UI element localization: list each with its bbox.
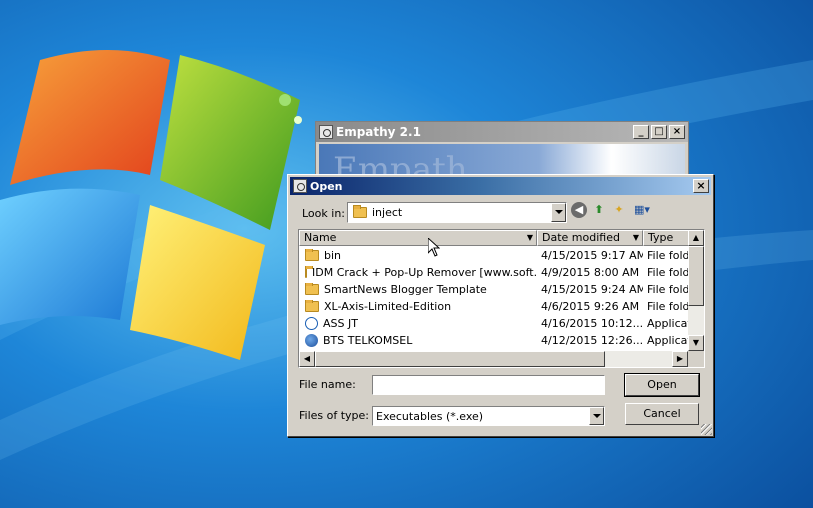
- folder-icon: [305, 300, 319, 312]
- app-icon: [319, 125, 333, 139]
- look-in-value: inject: [372, 206, 403, 219]
- view-menu-icon[interactable]: ▦▾: [631, 202, 653, 218]
- list-header: Name ▼ Date modified ▼ Type: [299, 230, 703, 246]
- item-date: 4/9/2015 8:00 AM: [541, 266, 640, 279]
- folder-icon: [305, 249, 319, 261]
- open-button[interactable]: Open: [624, 373, 700, 397]
- item-name: SmartNews Blogger Template: [324, 283, 487, 296]
- chevron-down-icon[interactable]: [551, 203, 566, 222]
- item-name: BTS TELKOMSEL: [323, 334, 413, 347]
- folder-icon: [305, 266, 313, 278]
- item-name: XL-Axis-Limited-Edition: [324, 300, 452, 313]
- up-folder-icon[interactable]: ⬆: [591, 202, 607, 218]
- item-name: bin: [324, 249, 342, 262]
- vertical-scroll-thumb[interactable]: [688, 246, 704, 306]
- column-header-name[interactable]: Name ▼: [299, 230, 537, 246]
- item-name: IDM Crack + Pop-Up Remover [www.soft...: [312, 266, 537, 279]
- dialog-close-button[interactable]: ×: [693, 179, 709, 193]
- folder-icon: [305, 283, 319, 295]
- scrollbar-corner: [688, 351, 704, 367]
- scroll-left-button[interactable]: ◀: [299, 351, 315, 367]
- folder-icon: [353, 205, 367, 218]
- column-header-date[interactable]: Date modified ▼: [537, 230, 643, 246]
- empathy-title-bar[interactable]: Empathy 2.1 _ □ ×: [316, 122, 688, 142]
- column-dropdown-icon[interactable]: ▼: [525, 232, 535, 244]
- vertical-scrollbar[interactable]: ▲ ▼: [688, 230, 704, 351]
- item-date: 4/16/2015 10:12...: [541, 317, 643, 330]
- list-item[interactable]: XL-Axis-Limited-Edition 4/6/2015 9:26 AM…: [299, 298, 703, 315]
- column-header-name-label: Name: [304, 231, 337, 244]
- list-item[interactable]: BTS TELKOMSEL 4/12/2015 12:26... Applica…: [299, 332, 703, 349]
- item-date: 4/6/2015 9:26 AM: [541, 300, 640, 313]
- column-header-date-label: Date modified: [542, 231, 620, 244]
- list-item[interactable]: SmartNews Blogger Template 4/15/2015 9:2…: [299, 281, 703, 298]
- item-date: 4/15/2015 9:17 AM: [541, 249, 643, 262]
- file-name-label: File name:: [299, 378, 356, 391]
- file-type-label: Files of type:: [299, 409, 370, 422]
- close-button[interactable]: ×: [669, 125, 685, 139]
- column-dropdown-icon[interactable]: ▼: [631, 232, 641, 244]
- resize-grip-icon[interactable]: [701, 424, 712, 435]
- look-in-label: Look in:: [302, 207, 345, 220]
- new-folder-icon[interactable]: ✦: [611, 202, 627, 218]
- look-in-dropdown[interactable]: inject: [347, 202, 567, 223]
- back-icon[interactable]: ◀: [571, 202, 587, 218]
- item-name: ASS JT: [323, 317, 358, 330]
- file-list[interactable]: Name ▼ Date modified ▼ Type bin 4/15/201…: [298, 229, 705, 368]
- dialog-toolbar: ◀ ⬆ ✦ ▦▾: [571, 202, 653, 218]
- chevron-down-icon[interactable]: [589, 407, 604, 425]
- horizontal-scroll-thumb[interactable]: [315, 351, 605, 367]
- file-type-value: Executables (*.exe): [376, 409, 484, 423]
- column-header-type-label: Type: [648, 231, 674, 244]
- dialog-title: Open: [310, 179, 343, 193]
- mouse-cursor-icon: [428, 238, 440, 257]
- item-date: 4/15/2015 9:24 AM: [541, 283, 643, 296]
- dialog-app-icon: [293, 179, 307, 193]
- minimize-button[interactable]: _: [633, 125, 649, 139]
- cancel-button[interactable]: Cancel: [625, 403, 699, 425]
- horizontal-scrollbar[interactable]: ◀ ▶: [299, 351, 688, 367]
- scroll-down-button[interactable]: ▼: [688, 335, 704, 351]
- list-item[interactable]: ASS JT 4/16/2015 10:12... Application: [299, 315, 703, 332]
- maximize-button[interactable]: □: [651, 125, 667, 139]
- list-item[interactable]: IDM Crack + Pop-Up Remover [www.soft... …: [299, 264, 703, 281]
- item-date: 4/12/2015 12:26...: [541, 334, 643, 347]
- scroll-up-button[interactable]: ▲: [688, 230, 704, 246]
- list-item[interactable]: bin 4/15/2015 9:17 AM File folder: [299, 247, 703, 264]
- dialog-title-bar[interactable]: Open ×: [290, 177, 711, 195]
- file-type-dropdown[interactable]: Executables (*.exe): [372, 406, 605, 426]
- app-icon: [305, 334, 318, 347]
- empathy-window-title: Empathy 2.1: [336, 125, 421, 139]
- file-name-input[interactable]: [372, 375, 605, 395]
- scroll-right-button[interactable]: ▶: [672, 351, 688, 367]
- intel-app-icon: [305, 317, 318, 330]
